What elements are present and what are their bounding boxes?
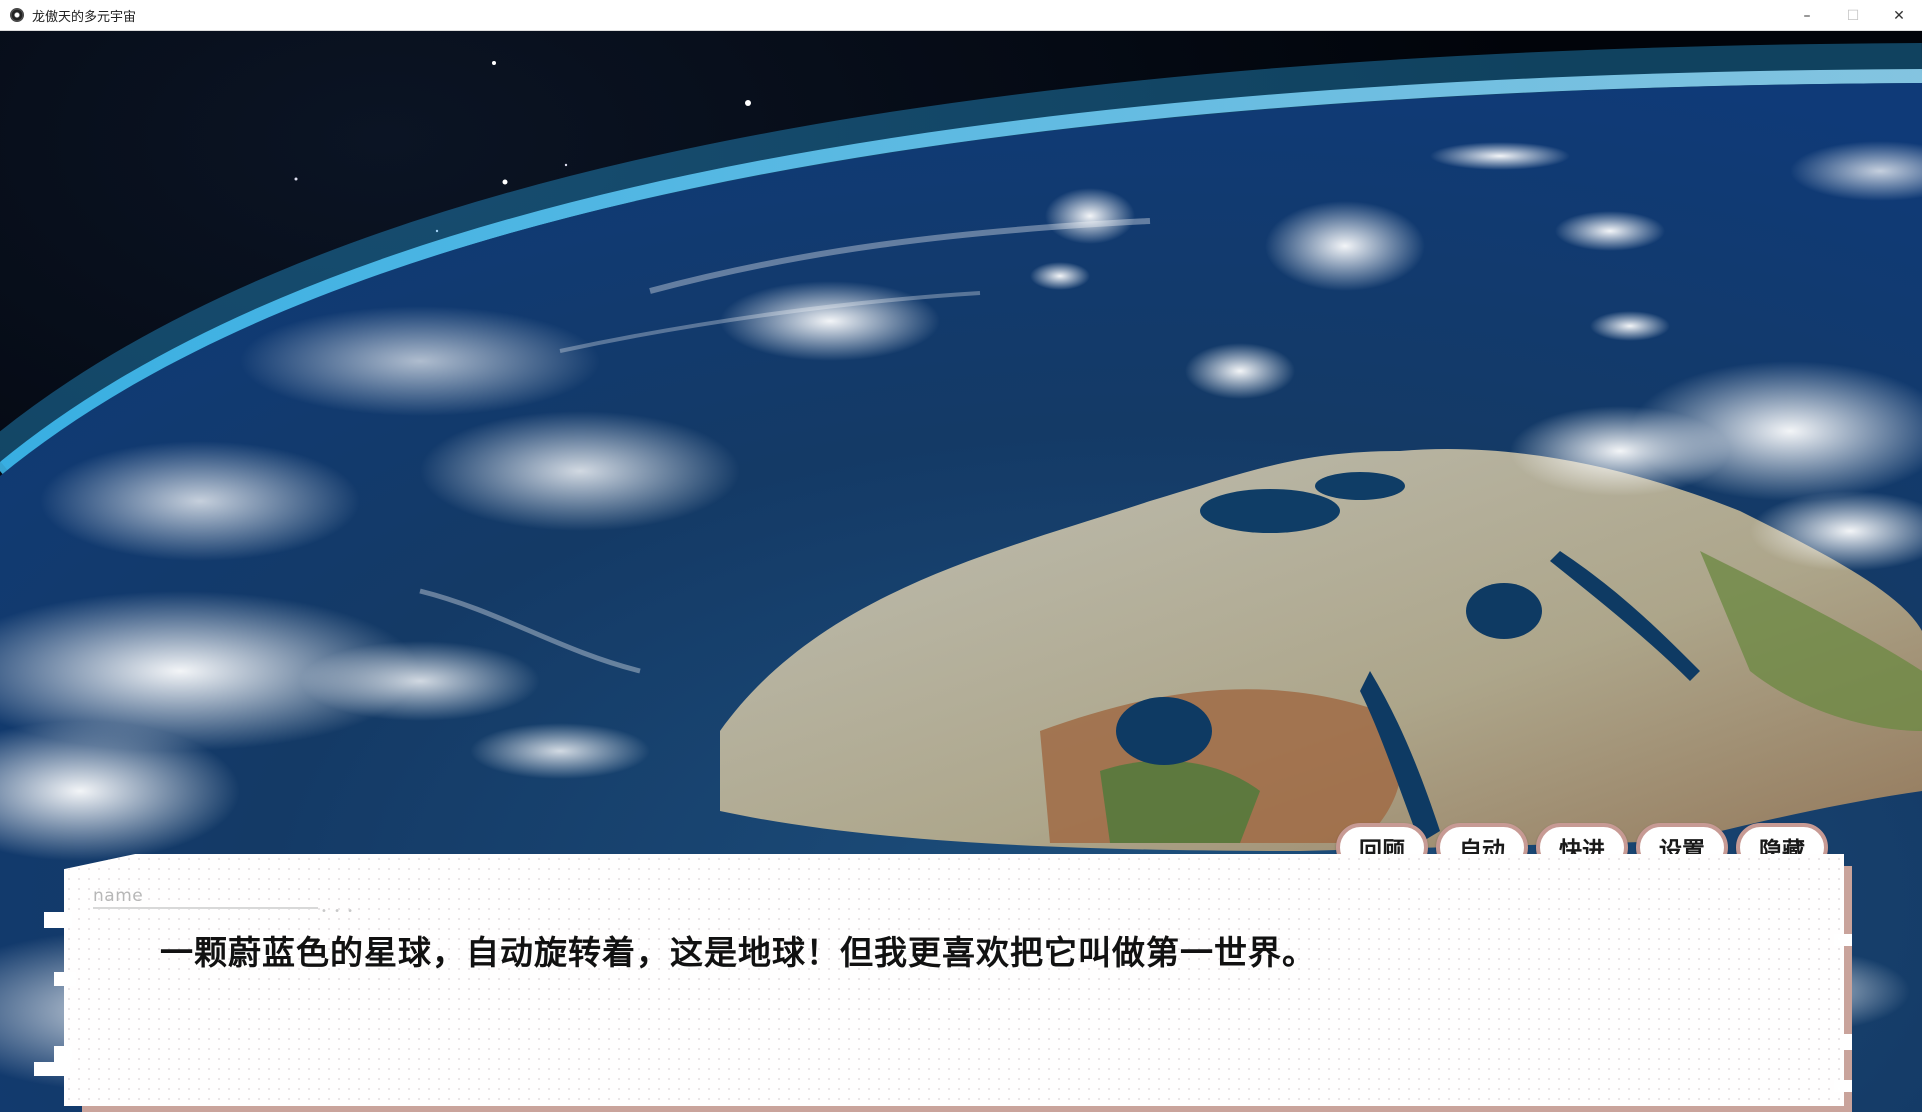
dialog-edge-piece — [1834, 934, 1852, 946]
window-title: 龙傲天的多元宇宙 — [32, 9, 137, 25]
name-dots: • • • — [321, 906, 356, 917]
game-scene[interactable]: 回顾 自动 快进 设置 隐藏 name • • • 一颗蔚蓝色的星球，自动旋转着… — [0, 31, 1922, 1112]
name-underline — [93, 907, 318, 909]
close-button[interactable]: ✕ — [1876, 0, 1922, 31]
dialog-edge-piece — [1834, 1080, 1852, 1092]
dialog-edge-piece — [54, 1046, 72, 1062]
window-title-bar[interactable]: 龙傲天的多元宇宙 – ☐ ✕ — [0, 0, 1922, 31]
dialog-box[interactable]: name • • • 一颗蔚蓝色的星球，自动旋转着，这是地球！但我更喜欢把它叫做… — [34, 854, 1852, 1112]
dialog-panel — [64, 854, 1844, 1106]
maximize-button[interactable]: ☐ — [1830, 0, 1876, 31]
app-icon — [10, 8, 24, 22]
maximize-icon: ☐ — [1846, 7, 1860, 24]
minimize-button[interactable]: – — [1784, 0, 1830, 31]
close-icon: ✕ — [1893, 7, 1905, 24]
dialog-text: 一颗蔚蓝色的星球，自动旋转着，这是地球！但我更喜欢把它叫做第一世界。 — [160, 933, 1316, 972]
dialog-edge-piece — [44, 912, 72, 928]
dialog-edge-piece — [34, 1062, 70, 1076]
dialog-edge-piece — [1840, 1034, 1852, 1050]
speaker-name: name — [93, 886, 144, 906]
dialog-edge-piece — [54, 972, 76, 986]
minimize-icon: – — [1803, 7, 1811, 24]
window-controls: – ☐ ✕ — [1784, 0, 1922, 31]
